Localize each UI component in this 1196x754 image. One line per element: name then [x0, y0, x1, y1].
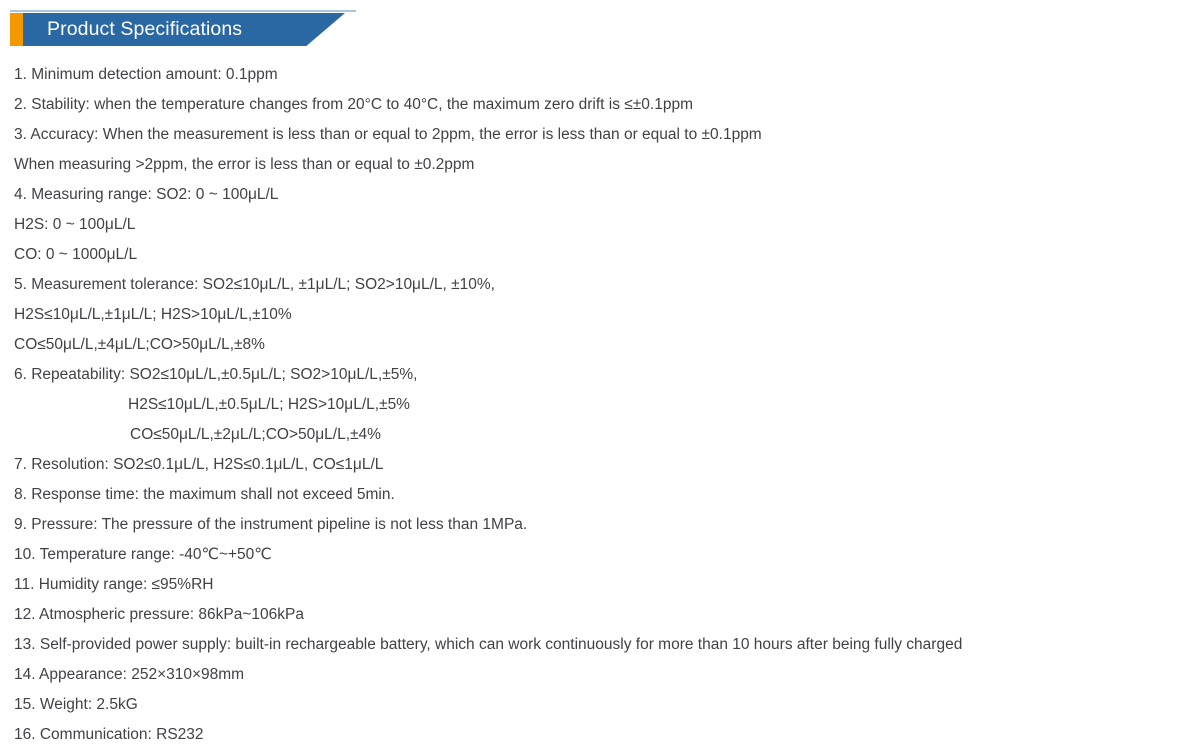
spec-line: H2S: 0 ~ 100μL/L — [14, 216, 136, 233]
spec-line: 9. Pressure: The pressure of the instrum… — [14, 516, 528, 533]
spec-line: 10. Temperature range: -40℃~+50℃ — [14, 546, 272, 563]
spec-line: 1. Minimum detection amount: 0.1ppm — [14, 66, 278, 83]
spec-line: 2. Stability: when the temperature chang… — [14, 96, 693, 113]
spec-line: 14. Appearance: 252×310×98mm — [14, 666, 245, 683]
spec-line: 13. Self-provided power supply: built-in… — [14, 636, 963, 653]
spec-line: 6. Repeatability: SO2≤10μL/L,±0.5μL/L; S… — [14, 366, 418, 383]
page-title: Product Specifications — [47, 18, 243, 40]
spec-line: H2S≤10μL/L,±1μL/L; H2S>10μL/L,±10% — [14, 306, 292, 323]
product-specifications-page: { "header": { "title": "Product Specific… — [0, 10, 1196, 754]
spec-line: CO≤50μL/L,±2μL/L;CO>50μL/L,±4% — [130, 426, 381, 443]
spec-line: 7. Resolution: SO2≤0.1μL/L, H2S≤0.1μL/L,… — [14, 456, 384, 473]
spec-line: 12. Atmospheric pressure: 86kPa~106kPa — [14, 606, 304, 623]
spec-line: 5. Measurement tolerance: SO2≤10μL/L, ±1… — [14, 276, 495, 293]
spec-line: 11. Humidity range: ≤95%RH — [14, 576, 214, 593]
spec-line: 8. Response time: the maximum shall not … — [14, 486, 395, 503]
spec-line: CO≤50μL/L,±4μL/L;CO>50μL/L,±8% — [14, 336, 265, 353]
banner-top-rule — [10, 10, 356, 12]
spec-line: 15. Weight: 2.5kG — [14, 696, 138, 713]
spec-line: H2S≤10μL/L,±0.5μL/L; H2S>10μL/L,±5% — [128, 396, 410, 413]
spec-line: 16. Communication: RS232 — [14, 726, 204, 743]
spec-line: When measuring >2ppm, the error is less … — [14, 156, 475, 173]
spec-line: 3. Accuracy: When the measurement is les… — [14, 126, 762, 143]
spec-line: CO: 0 ~ 1000μL/L — [14, 246, 138, 263]
spec-line: 4. Measuring range: SO2: 0 ~ 100μL/L — [14, 186, 279, 203]
specification-list: 1. Minimum detection amount: 0.1ppm 2. St… — [0, 60, 1196, 750]
section-header-banner: Product Specifications — [0, 10, 1196, 50]
banner-accent-block — [10, 13, 23, 46]
